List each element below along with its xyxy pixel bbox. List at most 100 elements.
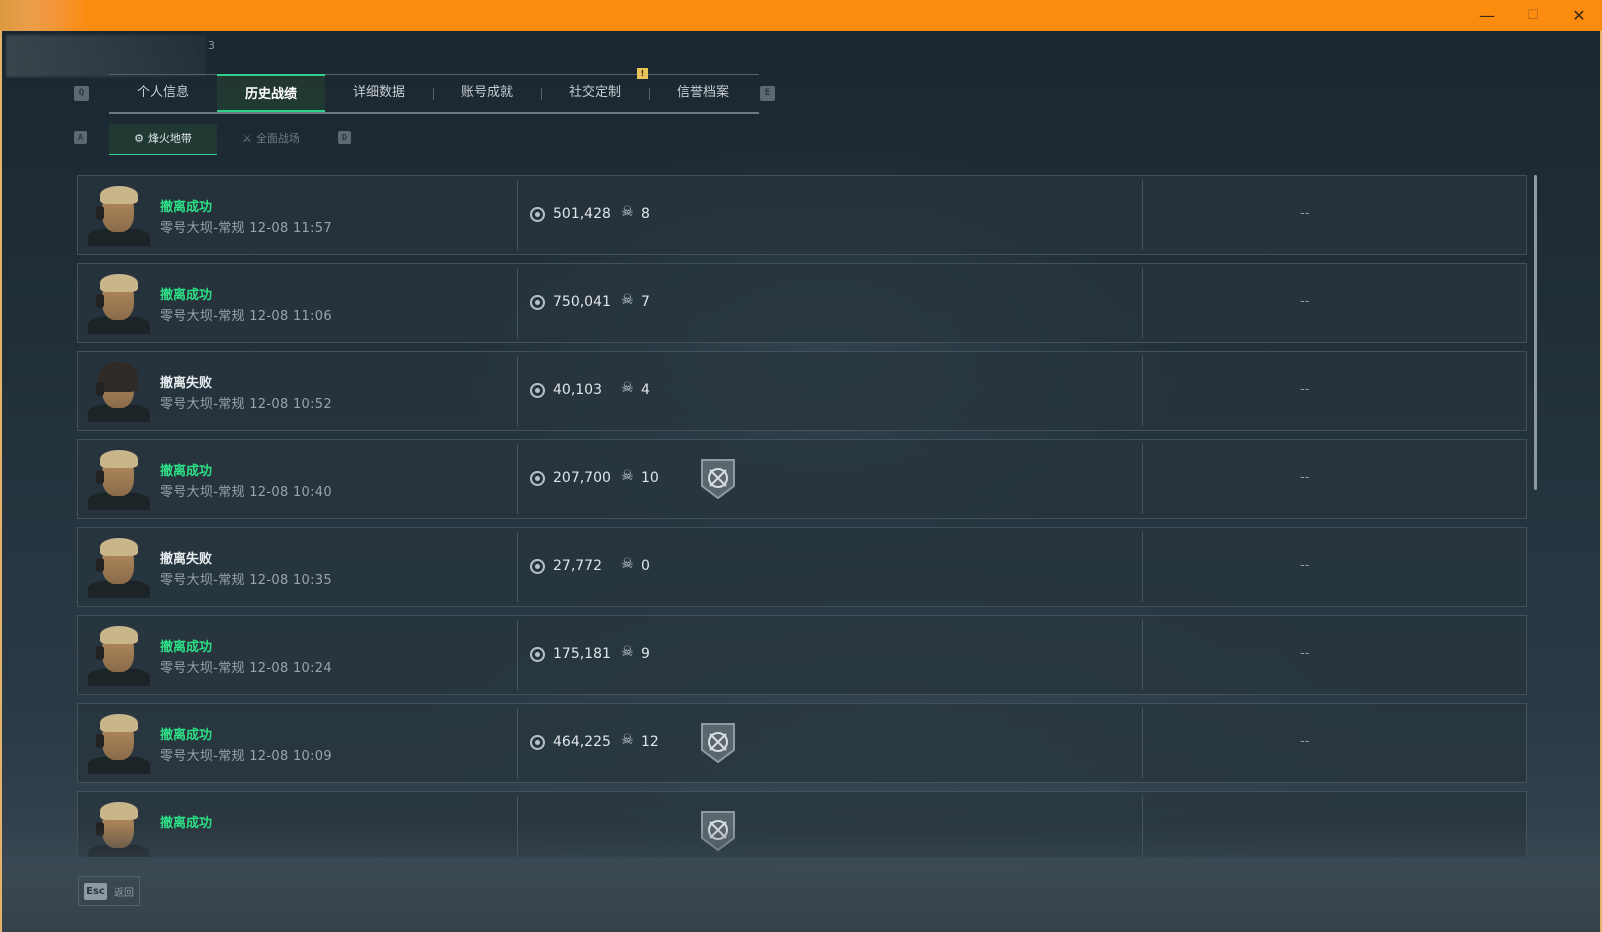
match-row[interactable]: 撤离成功 零号大坝-常规 12-08 10:40 207,700 ☠ 10 -- (77, 439, 1527, 519)
main-tab-bar: 个人信息 历史战绩 详细数据 账号成就 社交定制 ! 信誉档案 (109, 68, 759, 114)
extraction-status: 撤离成功 (160, 640, 213, 655)
extra-info: -- (1300, 470, 1310, 485)
esc-key-icon: Esc (84, 883, 107, 900)
match-history-list: 撤离成功 零号大坝-常规 12-08 11:57 501,428 ☠ 8 -- 撤离成功 零号… (77, 175, 1527, 857)
loot-value: 27,772 (553, 558, 602, 574)
kill-count: 9 (641, 646, 650, 662)
map-name: 零号大坝-常规 (160, 661, 245, 676)
map-and-time: 零号大坝-常规 12-08 10:35 (160, 569, 332, 588)
map-name: 零号大坝-常规 (160, 573, 245, 588)
battlefield-icon: ⚔ (242, 132, 252, 145)
map-name: 零号大坝-常规 (160, 397, 245, 412)
match-time: 12-08 10:09 (249, 749, 332, 764)
tab-personal-info[interactable]: 个人信息 (109, 74, 217, 112)
game-viewport: 3 Q 个人信息 历史战绩 详细数据 账号成就 社交定制 ! 信誉档案 E A … (0, 31, 1602, 932)
operator-avatar (88, 448, 150, 510)
skull-icon: ☠ (621, 556, 634, 572)
extra-info: -- (1300, 646, 1310, 661)
match-row[interactable]: 撤离成功零号大坝-常规 12-08 11:06 750,041 ☠ 7 -- (77, 263, 1527, 343)
map-and-time: 零号大坝-常规 12-08 10:24 (160, 657, 332, 676)
tab-reputation[interactable]: 信誉档案 (649, 74, 757, 112)
coin-icon (530, 471, 545, 486)
operator-avatar (88, 184, 150, 246)
extra-info: -- (1300, 558, 1310, 573)
map-name: 零号大坝-常规 (160, 309, 245, 324)
coin-icon (530, 647, 545, 662)
extraction-status: 撤离成功 (160, 464, 213, 479)
tab-detailed-data[interactable]: 详细数据 (325, 74, 433, 112)
match-row[interactable]: 撤离成功零号大坝-常规 12-08 10:24 175,181 ☠ 9 -- (77, 615, 1527, 695)
coin-icon (530, 207, 545, 222)
map-and-time: 零号大坝-常规 12-08 10:40 (160, 481, 332, 500)
skull-icon: ☠ (621, 732, 634, 748)
match-time: 12-08 11:06 (249, 309, 332, 324)
coin-icon (530, 559, 545, 574)
extraction-status: 撤离成功 (160, 200, 213, 215)
kill-count: 10 (641, 470, 659, 486)
skull-icon: ☠ (621, 468, 634, 484)
skull-icon: ☠ (621, 380, 634, 396)
extra-info: -- (1300, 382, 1310, 397)
extra-info: -- (1300, 734, 1310, 749)
tab-achievements[interactable]: 账号成就 (433, 74, 541, 112)
kill-count: 4 (641, 382, 650, 398)
tab-mode-hazard-zone[interactable]: ⚙ 烽火地带 (109, 124, 217, 155)
coin-icon (530, 383, 545, 398)
match-time: 12-08 10:52 (249, 397, 332, 412)
kill-count: 12 (641, 734, 659, 750)
tab-social-customize[interactable]: 社交定制 (541, 74, 649, 112)
minimize-button[interactable]: — (1464, 0, 1510, 31)
notification-badge: ! (637, 68, 648, 79)
tab-mode-battlefield[interactable]: ⚔ 全面战场 (217, 124, 325, 154)
match-time: 12-08 10:24 (249, 661, 332, 676)
mode-icon: ⚙ (134, 132, 144, 145)
kill-count: 8 (641, 206, 650, 222)
loot-value: 464,225 (553, 734, 611, 750)
map-and-time: 零号大坝-常规 12-08 10:52 (160, 393, 332, 412)
tab-match-history[interactable]: 历史战绩 (217, 74, 325, 112)
app-icon (0, 0, 88, 31)
extra-info: -- (1300, 294, 1310, 309)
map-name: 零号大坝-常规 (160, 221, 245, 236)
loot-value: 175,181 (553, 646, 611, 662)
medal-icon (700, 458, 736, 500)
window-titlebar: — ☐ ✕ (0, 0, 1602, 31)
tab-label: 全面战场 (255, 132, 300, 145)
match-row[interactable]: 撤离成功 零号大坝-常规 12-08 11:57 501,428 ☠ 8 -- (77, 175, 1527, 255)
match-time: 12-08 10:40 (249, 485, 332, 500)
operator-avatar (88, 536, 150, 598)
back-button[interactable]: Esc 返回 (78, 876, 140, 906)
match-row[interactable]: 撤离失败零号大坝-常规 12-08 10:52 40,103 ☠ 4 -- (77, 351, 1527, 431)
coin-icon (530, 735, 545, 750)
operator-avatar (88, 624, 150, 686)
back-label: 返回 (114, 888, 134, 899)
medal-icon (700, 722, 736, 764)
match-row[interactable]: 撤离成功 零号大坝-常规 12-08 10:09 464,225 ☠ 12 -- (77, 703, 1527, 783)
maximize-button[interactable]: ☐ (1510, 0, 1556, 31)
map-and-time: 零号大坝-常规 12-08 11:57 (160, 217, 332, 236)
kill-count: 7 (641, 294, 650, 310)
extraction-status: 撤离成功 (160, 288, 213, 303)
match-time: 12-08 11:57 (249, 221, 332, 236)
key-hint-q: Q (74, 86, 89, 101)
footer-bar: Esc 返回 (2, 866, 1600, 932)
kill-count: 0 (641, 558, 650, 574)
map-and-time: 零号大坝-常规 12-08 10:09 (160, 745, 332, 764)
operator-avatar (88, 360, 150, 422)
skull-icon: ☠ (621, 292, 634, 308)
map-name: 零号大坝-常规 (160, 749, 245, 764)
extraction-status: 撤离失败 (160, 552, 213, 567)
key-hint-e: E (760, 86, 775, 101)
match-row[interactable]: 撤离失败零号大坝-常规 12-08 10:35 27,772 ☠ 0 -- (77, 527, 1527, 607)
close-button[interactable]: ✕ (1556, 0, 1602, 31)
skull-icon: ☠ (621, 644, 634, 660)
player-profile-banner (6, 35, 206, 77)
key-hint-a: A (74, 131, 87, 144)
loot-value: 750,041 (553, 294, 611, 310)
skull-icon: ☠ (621, 204, 634, 220)
loot-value: 40,103 (553, 382, 602, 398)
extraction-status: 撤离失败 (160, 376, 213, 391)
scrollbar[interactable] (1534, 175, 1537, 490)
profile-number: 3 (208, 39, 215, 52)
operator-avatar (88, 712, 150, 774)
